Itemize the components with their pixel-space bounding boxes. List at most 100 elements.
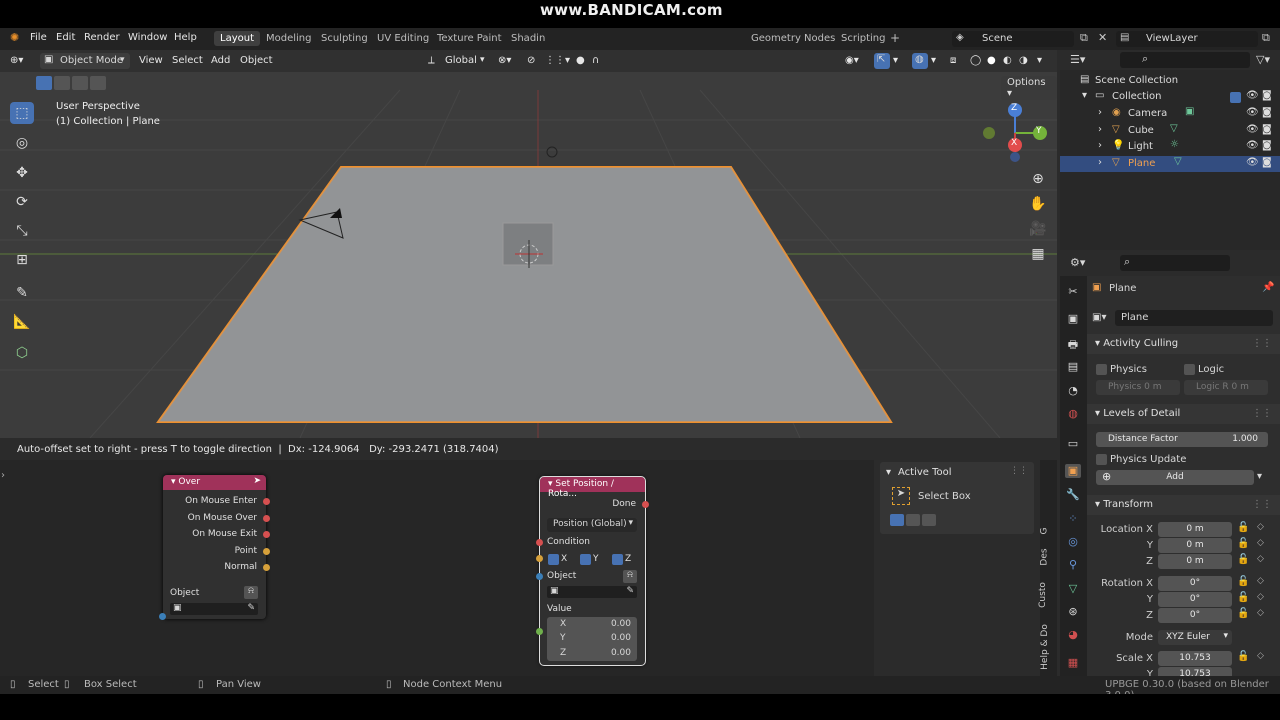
location-y-input[interactable]: 0 m xyxy=(1158,538,1232,553)
tab-modeling[interactable]: Modeling xyxy=(260,32,318,45)
outliner-editor-icon[interactable]: ☰▾ xyxy=(1070,53,1085,66)
object-data-icon[interactable]: ▣▾ xyxy=(1092,312,1106,323)
node-over[interactable]: ▾ Over ➤ On Mouse Enter On Mouse Over On… xyxy=(159,475,270,620)
navigation-gizmo[interactable]: Z Y X xyxy=(980,100,1050,170)
perspective-toggle-icon[interactable]: ▦ xyxy=(1026,243,1050,265)
particles-tab-icon[interactable]: ⁘ xyxy=(1065,512,1081,526)
node-set-position[interactable]: ▾ Set Position / Rota... Done Position (… xyxy=(536,476,649,666)
solid-shading-icon[interactable]: ● xyxy=(987,55,996,66)
menu-render[interactable]: Render xyxy=(84,32,120,43)
expand-arrow-camera-icon[interactable]: › xyxy=(1098,107,1102,118)
collection-exclude-checkbox[interactable] xyxy=(1230,92,1241,103)
rotation-y-lock-icon[interactable]: 🔓 xyxy=(1237,592,1249,603)
object-name-input[interactable]: Plane xyxy=(1115,310,1273,326)
location-y-keyframe-icon[interactable]: ◇ xyxy=(1257,538,1264,548)
rotation-z-keyframe-icon[interactable]: ◇ xyxy=(1257,608,1264,618)
light-eye-icon[interactable]: 👁 xyxy=(1246,140,1259,151)
socket-value[interactable] xyxy=(536,628,543,635)
object-tab-icon[interactable]: ▣ xyxy=(1065,464,1081,478)
value-z-input[interactable]: 0.00 xyxy=(611,648,631,658)
menu-help[interactable]: Help xyxy=(174,32,197,43)
falloff-icon[interactable]: ∩ xyxy=(592,55,599,66)
collection-eye-icon[interactable]: 👁 xyxy=(1246,90,1259,101)
set-position-object-picker-icon[interactable]: ⍾ xyxy=(623,570,637,583)
location-z-keyframe-icon[interactable]: ◇ xyxy=(1257,554,1264,564)
over-object-field[interactable]: ▣ ✎ xyxy=(170,603,258,615)
annotate-tool-icon[interactable]: ✎ xyxy=(10,282,34,304)
set-position-object-field[interactable]: ▣ ✎ xyxy=(547,586,637,598)
expand-arrow-light-icon[interactable]: › xyxy=(1098,140,1102,151)
select-mode-subtract-icon[interactable] xyxy=(72,76,88,90)
overlays-toggle-button[interactable]: ◍ xyxy=(912,53,928,69)
activity-culling-drag-icon[interactable]: ⋮⋮ xyxy=(1252,338,1272,349)
collection-tab-icon[interactable]: ▭ xyxy=(1065,437,1081,451)
socket-on-mouse-enter[interactable] xyxy=(263,498,270,505)
physics-checkbox[interactable] xyxy=(1096,364,1107,375)
view-layer-selector[interactable]: ▤ ViewLayer xyxy=(1116,31,1258,47)
rotation-mode-dropdown[interactable]: XYZ Euler ▾ xyxy=(1158,630,1232,645)
sidebar-tab-custom[interactable]: Custo xyxy=(1038,582,1048,608)
output-tab-icon[interactable]: 🖶 xyxy=(1065,336,1081,351)
socket-on-mouse-exit[interactable] xyxy=(263,531,270,538)
pan-hand-icon[interactable]: ✋ xyxy=(1026,193,1050,215)
scale-x-input[interactable]: 10.753 xyxy=(1158,651,1232,666)
outliner-search-input[interactable]: ⌕ xyxy=(1120,52,1250,68)
socket-done[interactable] xyxy=(642,501,649,508)
sidebar-tab-g[interactable]: G xyxy=(1039,528,1049,535)
menu-file[interactable]: File xyxy=(30,32,47,43)
measure-tool-icon[interactable]: 📐 xyxy=(10,311,34,333)
location-x-input[interactable]: 0 m xyxy=(1158,522,1232,537)
blender-logo-icon[interactable]: ✺ xyxy=(10,31,19,44)
tool-tab-icon[interactable]: ✂ xyxy=(1065,285,1081,299)
socket-condition[interactable] xyxy=(536,539,543,546)
tab-shading[interactable]: Shadin xyxy=(505,32,551,45)
visibility-icon[interactable]: ◉▾ xyxy=(845,55,859,66)
node-set-position-header[interactable]: ▾ Set Position / Rota... xyxy=(540,477,645,499)
axis-x-checkbox[interactable] xyxy=(548,554,559,565)
rotate-tool-icon[interactable]: ⟳ xyxy=(10,191,34,213)
scale-x-keyframe-icon[interactable]: ◇ xyxy=(1257,651,1264,661)
location-x-keyframe-icon[interactable]: ◇ xyxy=(1257,522,1264,532)
active-tool-collapse-icon[interactable]: ▾ xyxy=(886,467,891,478)
camera-view-icon[interactable]: 🎥 xyxy=(1026,218,1050,240)
sidebar-tab-help[interactable]: Help & Do xyxy=(1040,624,1050,670)
drag-handle-icon[interactable]: ⋮⋮ xyxy=(1010,466,1028,476)
outliner-item-plane[interactable]: › ▽ Plane ▽ 👁 ◙ xyxy=(1060,156,1280,172)
snap-target-icon[interactable]: ⋮⋮▾ xyxy=(545,55,570,66)
viewport-menu-view[interactable]: View xyxy=(139,55,163,66)
logic-node-editor[interactable]: › ▾ Over ➤ On Mouse Enter On Mouse Over … xyxy=(0,460,1057,676)
physics-update-checkbox[interactable] xyxy=(1096,454,1107,465)
sidebar-tab-des[interactable]: Des xyxy=(1040,548,1050,565)
cube-eye-icon[interactable]: 👁 xyxy=(1246,124,1259,135)
select-mode-extend-icon[interactable] xyxy=(54,76,70,90)
gizmo-dropdown-icon[interactable]: ▾ xyxy=(893,55,898,66)
rendered-shading-icon[interactable]: ◑ xyxy=(1019,55,1028,66)
xray-icon[interactable]: ⧈ xyxy=(950,55,956,66)
activity-culling-header[interactable]: ▾ Activity Culling ⋮⋮ xyxy=(1087,334,1280,354)
lod-menu-chevron-icon[interactable]: ▾ xyxy=(1257,471,1262,482)
scale-tool-icon[interactable]: ⤡ xyxy=(10,220,34,242)
transform-tool-icon[interactable]: ⊞ xyxy=(10,249,34,271)
logic-radius-field[interactable]: Logic R 0 m xyxy=(1184,380,1268,395)
scene-selector[interactable]: ◈ Scene xyxy=(952,31,1074,47)
viewport-3d[interactable]: ⊕▾ ▣ Object Mode ▾ View Select Add Objec… xyxy=(0,50,1057,438)
outliner-item-cube[interactable]: › ▽ Cube ▽ 👁 ◙ xyxy=(1060,123,1280,139)
tab-uv-editing[interactable]: UV Editing xyxy=(371,32,435,45)
add-workspace-button[interactable]: + xyxy=(884,30,906,46)
outliner-item-light[interactable]: › 💡 Light ☼ 👁 ◙ xyxy=(1060,139,1280,155)
set-position-eyedropper-icon[interactable]: ✎ xyxy=(626,586,634,596)
axis-z-checkbox[interactable] xyxy=(612,554,623,565)
rotation-y-keyframe-icon[interactable]: ◇ xyxy=(1257,592,1264,602)
filter-icon[interactable]: ▽▾ xyxy=(1256,53,1270,66)
object-picker-icon[interactable]: ⍾ xyxy=(244,586,258,599)
expand-arrow-icon[interactable]: › xyxy=(1,470,5,481)
gizmo-toggle-button[interactable]: ⇱ xyxy=(874,53,890,69)
menu-edit[interactable]: Edit xyxy=(56,32,75,43)
move-tool-icon[interactable]: ✥ xyxy=(10,162,34,184)
outliner-collection[interactable]: ▾ ▭ Collection 👁 ◙ xyxy=(1060,89,1280,105)
node-over-header[interactable]: ▾ Over ➤ xyxy=(163,475,266,490)
select-mode-intersect-icon[interactable] xyxy=(90,76,106,90)
transform-drag-icon[interactable]: ⋮⋮ xyxy=(1252,499,1272,510)
shading-dropdown-icon[interactable]: ▾ xyxy=(1037,55,1042,66)
scale-y-input[interactable]: 10.753 xyxy=(1158,667,1232,676)
